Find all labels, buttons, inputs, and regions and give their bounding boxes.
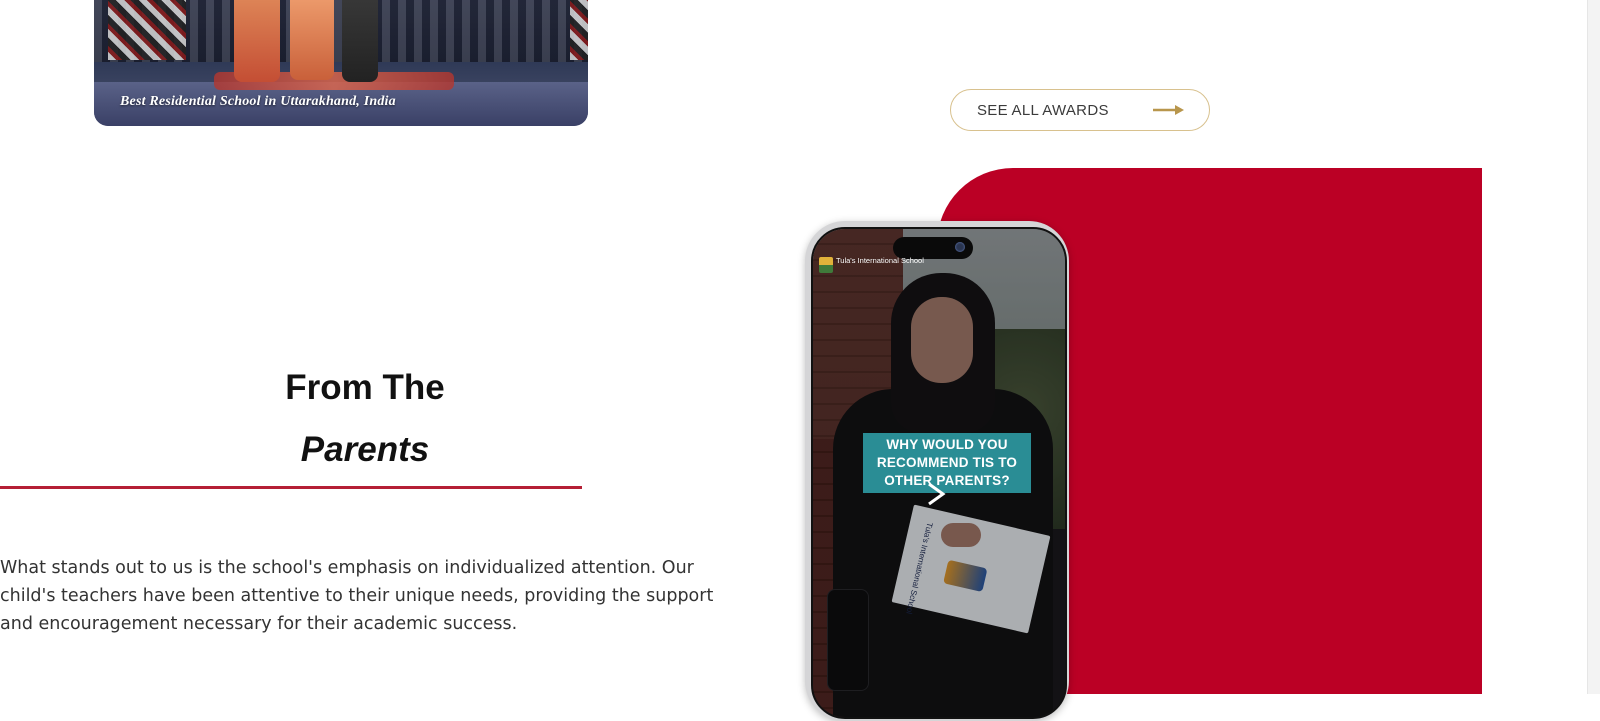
section-divider [0, 486, 582, 489]
award-photo-card: Best Residential School in Uttarakhand, … [94, 0, 588, 126]
page-scrollbar[interactable] [1587, 0, 1600, 694]
arrow-right-icon [1153, 104, 1185, 116]
section-heading-line2: Parents [300, 430, 430, 469]
award-person [234, 0, 280, 82]
award-person [290, 0, 334, 80]
award-backdrop-right [570, 0, 588, 60]
camera-icon [955, 242, 965, 252]
see-all-awards-label: SEE ALL AWARDS [977, 101, 1109, 119]
testimonial-quote: What stands out to us is the school's em… [0, 558, 714, 634]
award-caption: Best Residential School in Uttarakhand, … [120, 94, 396, 109]
see-all-awards-button[interactable]: SEE ALL AWARDS [950, 89, 1210, 131]
school-logo: Tula's International School [819, 257, 924, 273]
video-player[interactable]: Tula's International School Tula's Inter… [811, 227, 1067, 719]
play-icon[interactable] [921, 479, 951, 509]
school-logo-icon [819, 257, 833, 273]
award-person [342, 0, 378, 82]
award-backdrop-left [108, 0, 186, 60]
phone-video-frame[interactable]: Tula's International School Tula's Inter… [805, 221, 1069, 721]
school-logo-text: Tula's International School [836, 256, 924, 265]
section-heading-line1: From The [285, 368, 445, 407]
